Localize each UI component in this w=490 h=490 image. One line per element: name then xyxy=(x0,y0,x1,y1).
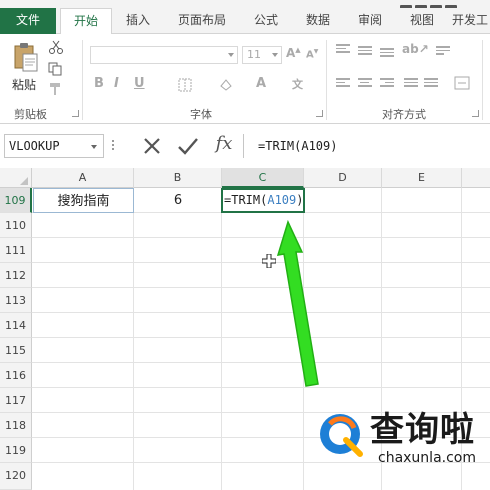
cell-c109-editing[interactable]: =TRIM(A109) xyxy=(221,188,305,213)
paste-button-label[interactable]: 粘贴 xyxy=(12,76,36,93)
gridline xyxy=(32,287,490,288)
tab-file[interactable]: 文件 xyxy=(0,8,56,34)
watermark-logo-icon xyxy=(320,414,363,457)
gridline xyxy=(32,262,490,263)
font-color-icon[interactable]: A xyxy=(256,76,266,91)
cell-c109-prefix: =TRIM( xyxy=(224,193,268,207)
italic-button[interactable]: I xyxy=(114,76,119,91)
tab-insert[interactable]: 插入 xyxy=(116,8,160,34)
format-painter-icon[interactable] xyxy=(48,82,64,96)
column-header-b[interactable]: B xyxy=(134,168,222,188)
font-size-value: 11 xyxy=(247,48,261,61)
name-box-value: VLOOKUP xyxy=(9,139,60,153)
row-header-111[interactable]: 111 xyxy=(0,238,32,263)
column-header-e[interactable]: E xyxy=(382,168,462,188)
row-header-115[interactable]: 115 xyxy=(0,338,32,363)
decrease-font-icon[interactable]: A▼ xyxy=(306,48,318,60)
font-size-combo[interactable]: 11 xyxy=(242,46,282,64)
gridline xyxy=(32,312,490,313)
font-launcher-icon[interactable] xyxy=(316,110,323,117)
clipboard-group-label: 剪贴板 xyxy=(14,108,47,121)
enter-check-icon[interactable] xyxy=(174,135,202,157)
bold-button[interactable]: B xyxy=(94,76,104,91)
row-header-112[interactable]: 112 xyxy=(0,263,32,288)
align-bottom-icon[interactable] xyxy=(380,48,394,60)
tab-home[interactable]: 开始 xyxy=(60,8,112,35)
underline-button[interactable]: U xyxy=(134,76,145,91)
increase-font-icon[interactable]: A▲ xyxy=(286,46,301,60)
row-header-114[interactable]: 114 xyxy=(0,313,32,338)
column-header-c[interactable]: C xyxy=(222,168,304,188)
group-divider xyxy=(326,40,327,120)
gridline xyxy=(32,237,490,238)
align-right-icon[interactable] xyxy=(380,78,394,90)
fill-color-icon[interactable] xyxy=(218,78,234,92)
row-header-110[interactable]: 110 xyxy=(0,213,32,238)
tab-developer[interactable]: 开发工 xyxy=(452,8,490,34)
tab-view[interactable]: 视图 xyxy=(400,8,444,34)
title-bar-strip xyxy=(400,0,490,8)
cut-icon[interactable] xyxy=(48,40,64,54)
gridline xyxy=(133,188,134,490)
align-center-icon[interactable] xyxy=(358,78,372,90)
formula-bar-grip[interactable] xyxy=(112,140,115,152)
increase-indent-icon[interactable] xyxy=(424,78,438,90)
tab-data[interactable]: 数据 xyxy=(296,8,340,34)
gridline xyxy=(303,188,304,490)
phonetic-icon[interactable]: 文 xyxy=(292,76,303,92)
font-group-label: 字体 xyxy=(190,108,212,121)
formula-input[interactable]: =TRIM(A109) xyxy=(243,134,490,158)
row-header-120[interactable]: 120 xyxy=(0,463,32,490)
copy-icon[interactable] xyxy=(48,62,64,76)
row-header-119[interactable]: 119 xyxy=(0,438,32,463)
ribbon-tab-bar: 文件 开始 插入 页面布局 公式 数据 审阅 视图 开发工 xyxy=(0,0,490,35)
cell-a109[interactable]: 搜狗指南 xyxy=(33,188,134,213)
watermark-url: chaxunla.com xyxy=(378,450,476,466)
clipboard-launcher-icon[interactable] xyxy=(72,110,79,117)
orientation-icon[interactable]: ab↗ xyxy=(402,42,429,56)
font-name-combo[interactable] xyxy=(90,46,238,64)
cell-b109[interactable]: 6 xyxy=(134,188,222,213)
insert-function-button[interactable]: fx xyxy=(210,133,238,155)
row-header-118[interactable]: 118 xyxy=(0,413,32,438)
align-left-icon[interactable] xyxy=(336,78,350,90)
tab-page-layout[interactable]: 页面布局 xyxy=(166,8,238,34)
merge-center-icon[interactable] xyxy=(454,76,470,90)
formula-bar: VLOOKUP fx =TRIM(A109) xyxy=(0,132,490,160)
tab-formulas[interactable]: 公式 xyxy=(244,8,288,34)
alignment-launcher-icon[interactable] xyxy=(472,110,479,117)
row-header-113[interactable]: 113 xyxy=(0,288,32,313)
group-divider xyxy=(482,40,483,120)
column-header-a[interactable]: A xyxy=(32,168,134,188)
tab-review[interactable]: 审阅 xyxy=(348,8,392,34)
cell-c109-suffix: ) xyxy=(296,193,304,207)
align-top-icon[interactable] xyxy=(336,44,350,56)
select-all-button[interactable] xyxy=(0,168,32,188)
gridline xyxy=(221,188,222,490)
row-header-117[interactable]: 117 xyxy=(0,388,32,413)
formula-text: =TRIM(A109) xyxy=(258,139,338,153)
ribbon-home: 粘贴 剪贴板 11 A▲ A▼ B I U A 文 字体 ab↗ 对齐方式 xyxy=(0,34,490,124)
row-header-109[interactable]: 109 xyxy=(0,188,32,213)
column-header-d[interactable]: D xyxy=(304,168,382,188)
paste-icon[interactable] xyxy=(12,42,40,74)
align-middle-icon[interactable] xyxy=(358,46,372,58)
cell-select-cursor-icon xyxy=(262,254,276,268)
gridline xyxy=(32,387,490,388)
watermark-title: 查询啦 xyxy=(370,410,475,450)
name-box[interactable]: VLOOKUP xyxy=(4,134,104,158)
row-header-116[interactable]: 116 xyxy=(0,363,32,388)
group-divider xyxy=(82,40,83,120)
name-box-dropdown-icon[interactable] xyxy=(91,145,97,149)
decrease-indent-icon[interactable] xyxy=(404,78,418,90)
gridline xyxy=(32,337,490,338)
alignment-group-label: 对齐方式 xyxy=(382,108,426,121)
cell-c109-reference: A109 xyxy=(267,193,297,207)
cancel-icon[interactable] xyxy=(138,135,166,157)
gridline xyxy=(32,362,490,363)
wrap-text-icon[interactable] xyxy=(436,46,450,58)
borders-icon[interactable] xyxy=(178,78,194,92)
